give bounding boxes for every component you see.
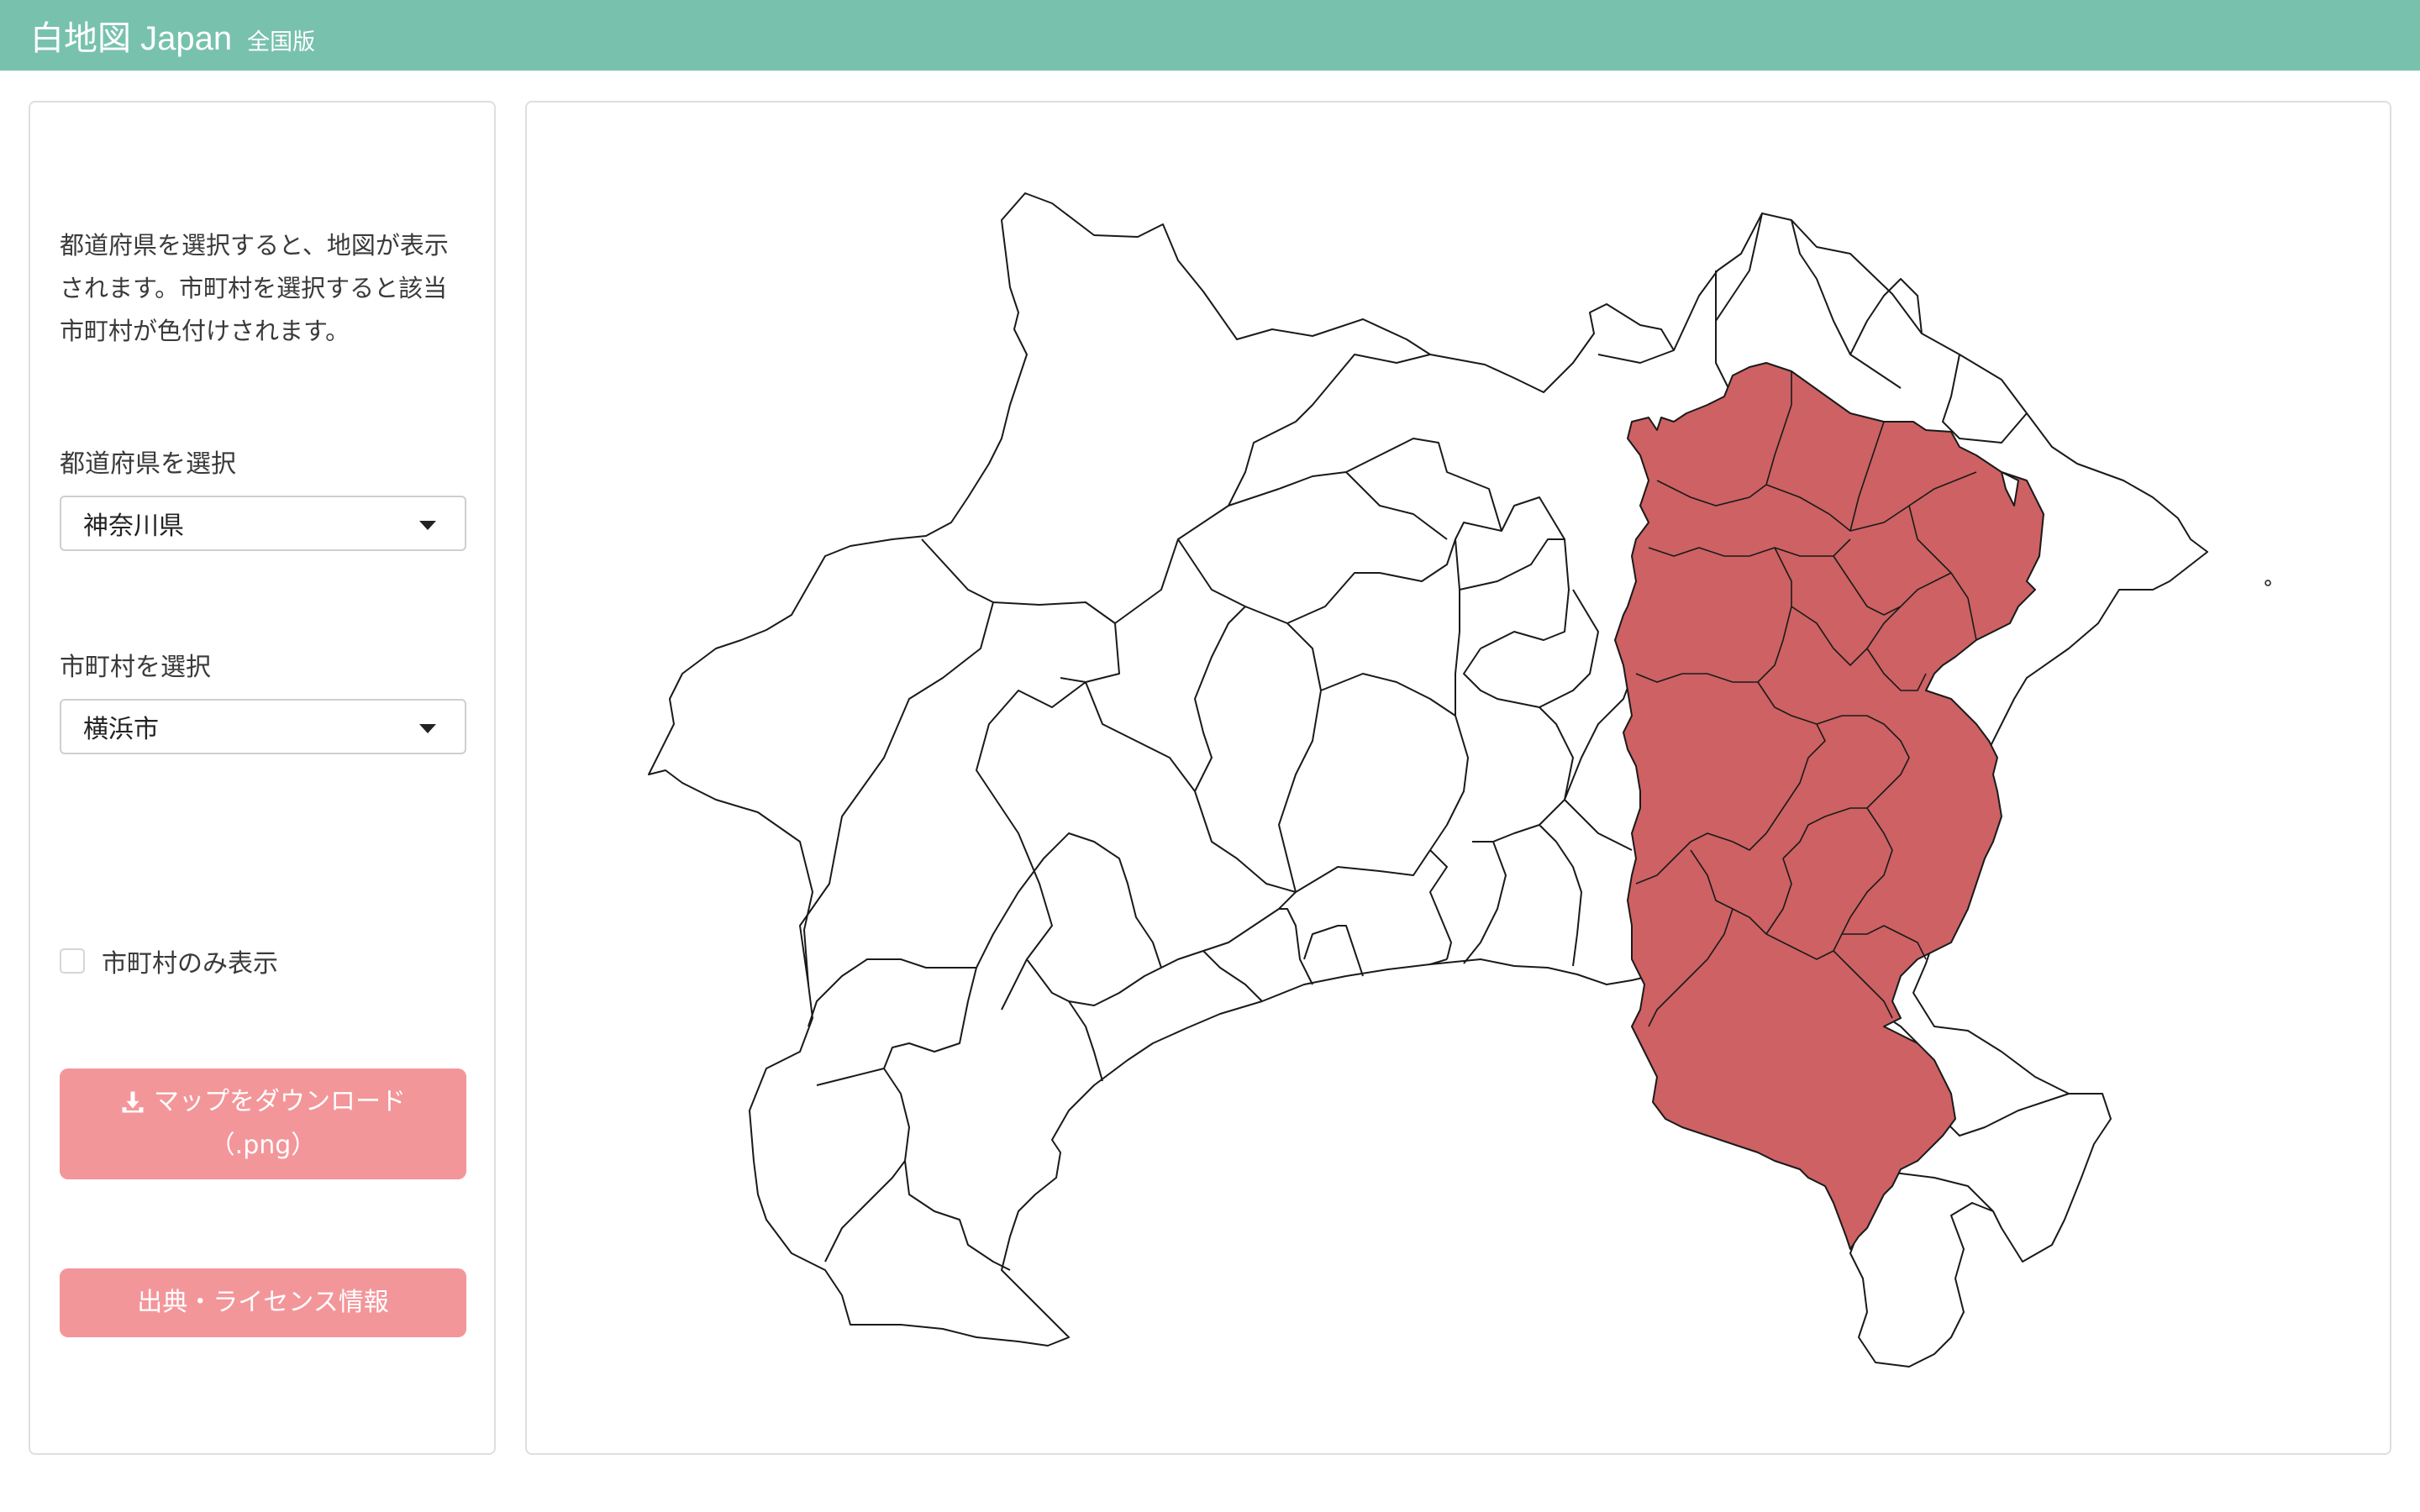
prefecture-label: 都道府県を選択 (60, 449, 236, 479)
prefecture-selected-value: 神奈川県 (83, 512, 184, 541)
navbar: 白地図 Japan 全国版 (0, 0, 2420, 71)
only-municipality-option[interactable]: 市町村のみ表示 (60, 942, 278, 979)
sidebar-panel: 都道府県を選択すると、地図が表示されます。市町村を選択すると該当市町村が色付けさ… (29, 101, 496, 1455)
municipality-selected-value: 横浜市 (83, 715, 159, 744)
prefecture-select[interactable]: 神奈川県 (60, 496, 466, 551)
caret-down-icon (419, 521, 436, 530)
download-button-label: マップをダウンロード (154, 1087, 406, 1116)
download-map-button[interactable]: マップをダウンロード （.png） (60, 1068, 466, 1179)
download-button-format: （.png） (209, 1131, 317, 1160)
caret-down-icon (419, 724, 436, 733)
prefecture-map[interactable] (527, 102, 2391, 1455)
only-municipality-checkbox[interactable] (60, 948, 85, 974)
instruction-text: 都道府県を選択すると、地図が表示されます。市町村を選択すると該当市町村が色付けさ… (60, 231, 449, 345)
map-panel (525, 101, 2391, 1455)
island-marker (2265, 580, 2271, 586)
license-info-button[interactable]: 出典・ライセンス情報 (60, 1268, 466, 1337)
download-icon (122, 1091, 144, 1113)
only-municipality-label: 市町村のみ表示 (102, 949, 278, 979)
app-title[interactable]: 白地図 Japan 全国版 (30, 11, 315, 60)
highlighted-municipality-yokohama[interactable] (1614, 362, 2044, 1250)
municipality-select[interactable]: 横浜市 (60, 699, 466, 754)
license-button-label: 出典・ライセンス情報 (137, 1288, 389, 1317)
municipality-label: 市町村を選択 (60, 653, 211, 682)
app-subtitle: 全国版 (247, 29, 316, 55)
app-title-text: 白地図 Japan (30, 20, 233, 57)
